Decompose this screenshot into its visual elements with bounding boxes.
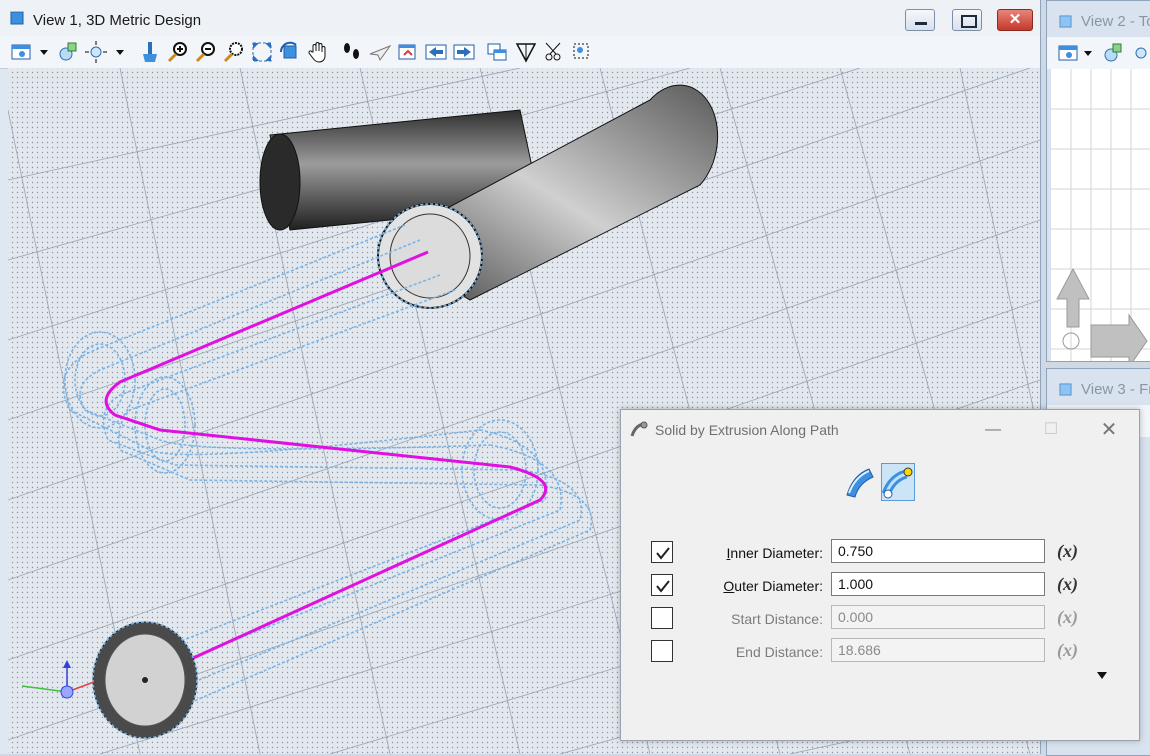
outer-diameter-row: Outer Diameter: (x) [621, 572, 1139, 602]
walk-icon[interactable] [340, 40, 364, 64]
zoom-out-icon[interactable] [194, 40, 218, 64]
dialog-title: Solid by Extrusion Along Path [655, 422, 839, 438]
inner-diameter-variable-button[interactable]: (x) [1057, 541, 1078, 562]
fit-view-icon[interactable] [250, 40, 274, 64]
dropdown-arrow-icon[interactable] [1081, 41, 1097, 65]
zoom-in-icon[interactable] [166, 40, 190, 64]
view-3-title: View 3 - Fr [1081, 381, 1150, 398]
view-1-title: View 1, 3D Metric Design [33, 12, 202, 29]
view-1-titlebar[interactable]: View 1, 3D Metric Design ✕ [0, 0, 1040, 36]
view-2-window[interactable]: View 2 - To [1046, 0, 1150, 362]
inner-diameter-label: Inner Diameter: [726, 545, 823, 561]
start-distance-variable-button[interactable]: (x) [1057, 607, 1078, 628]
view-window-icon [1059, 15, 1072, 28]
update-view-icon[interactable] [138, 40, 162, 64]
dropdown-arrow-icon[interactable] [34, 40, 58, 64]
extrude-tool-icon [630, 421, 648, 437]
outer-diameter-label: Outer Diameter: [723, 578, 823, 594]
previous-view-icon[interactable] [424, 40, 448, 64]
minimize-button[interactable] [905, 9, 935, 31]
clip-volume-icon[interactable] [542, 40, 566, 64]
rotate-view-icon[interactable] [278, 40, 302, 64]
end-distance-variable-button[interactable]: (x) [1057, 640, 1078, 661]
inner-diameter-field[interactable] [831, 539, 1045, 563]
outer-diameter-field[interactable] [831, 572, 1045, 596]
copy-view-icon[interactable] [486, 40, 510, 64]
check-icon [656, 580, 670, 593]
dialog-close-button[interactable]: ✕ [1095, 418, 1123, 442]
end-distance-field[interactable] [831, 638, 1045, 662]
clip-mask-icon[interactable] [570, 40, 594, 64]
window-area-icon[interactable] [222, 40, 246, 64]
view-perspective-icon[interactable] [514, 40, 538, 64]
view-attributes-icon[interactable] [10, 40, 34, 64]
dialog-minimize-button[interactable]: — [979, 418, 1007, 442]
extrusion-dialog: Solid by Extrusion Along Path — ☐ ✕ Inne… [620, 409, 1140, 741]
view-2-title: View 2 - To [1081, 13, 1150, 30]
lighting-icon[interactable] [84, 40, 108, 64]
pan-view-icon[interactable] [306, 40, 330, 64]
outer-diameter-checkbox[interactable] [651, 574, 673, 596]
pipe-extrusion-icon [882, 467, 913, 499]
display-style-icon[interactable] [1101, 41, 1125, 65]
next-view-icon[interactable] [452, 40, 476, 64]
start-distance-label: Start Distance: [731, 611, 823, 627]
surface-extrusion-icon [846, 468, 874, 498]
fly-icon[interactable] [368, 40, 392, 64]
dropdown-arrow-icon[interactable] [110, 40, 134, 64]
close-icon: ✕ [1008, 11, 1022, 28]
profile-ring [92, 621, 198, 739]
view-attributes-icon[interactable] [1057, 41, 1081, 65]
maximize-button[interactable] [952, 9, 982, 31]
view-window-icon [10, 11, 24, 25]
inner-diameter-row: Inner Diameter: (x) [621, 539, 1139, 569]
view-2-toolbar [1047, 37, 1150, 69]
end-distance-row: End Distance: (x) [621, 638, 1139, 668]
inner-diameter-checkbox[interactable] [651, 541, 673, 563]
mode-pipe-button[interactable] [881, 463, 915, 501]
lighting-icon[interactable] [1129, 41, 1150, 65]
outer-diameter-variable-button[interactable]: (x) [1057, 574, 1078, 595]
end-distance-label: End Distance: [735, 644, 823, 660]
start-distance-field[interactable] [831, 605, 1045, 629]
expand-arrow-icon[interactable] [1097, 672, 1107, 679]
view-window-icon [1059, 383, 1072, 396]
view-previous-icon[interactable] [396, 40, 420, 64]
start-distance-row: Start Distance: (x) [621, 605, 1139, 635]
dialog-maximize-button[interactable]: ☐ [1037, 418, 1065, 442]
mode-surface-button[interactable] [843, 463, 877, 501]
start-distance-checkbox[interactable] [651, 607, 673, 629]
view-2-canvas[interactable] [1051, 69, 1150, 361]
view-toolbar [0, 36, 1040, 69]
close-button[interactable]: ✕ [997, 9, 1033, 31]
check-icon [656, 547, 670, 560]
display-style-icon[interactable] [56, 40, 80, 64]
end-distance-checkbox[interactable] [651, 640, 673, 662]
